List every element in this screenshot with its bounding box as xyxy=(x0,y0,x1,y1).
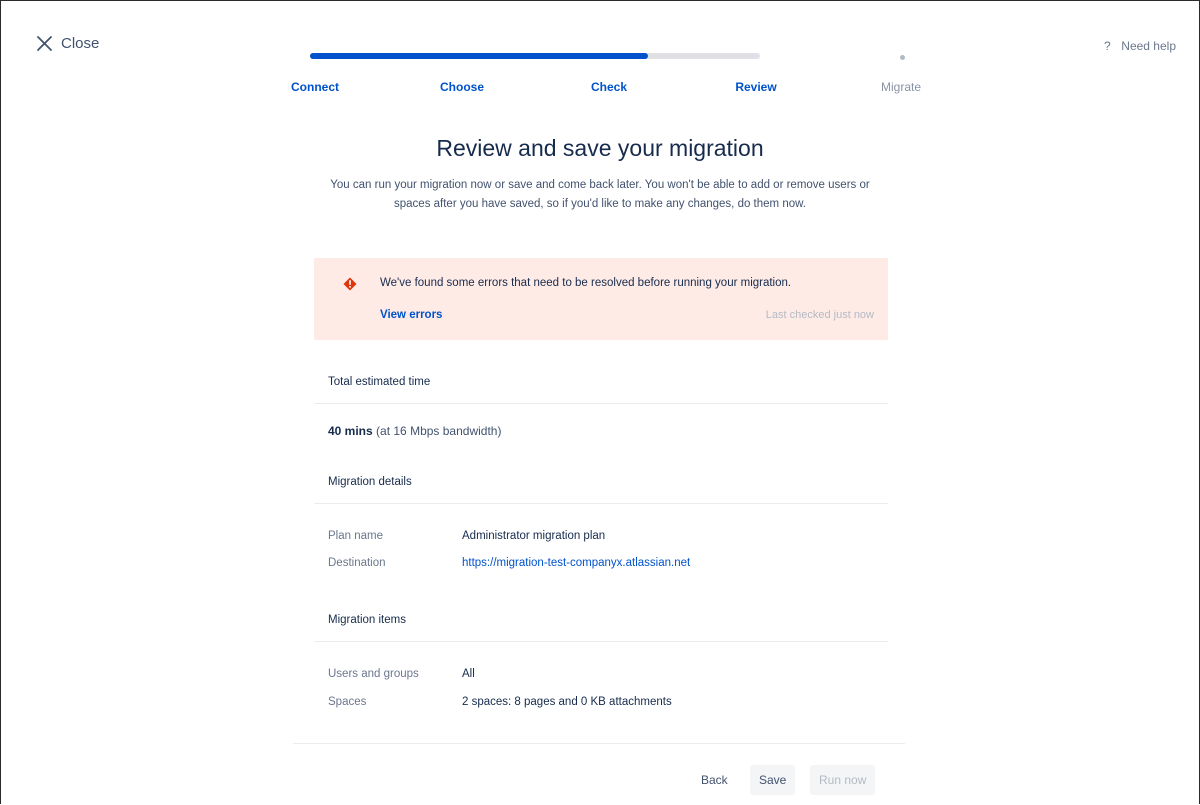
plan-name-label: Plan name xyxy=(328,530,383,542)
error-message: We've found some errors that need to be … xyxy=(380,277,792,289)
estimated-duration: 40 mins xyxy=(328,424,373,438)
step-choose[interactable]: Choose xyxy=(440,80,484,94)
progress-track xyxy=(310,53,760,59)
need-help-link[interactable]: ? Need help xyxy=(1101,39,1176,53)
bandwidth-note: (at 16 Mbps bandwidth) xyxy=(376,424,502,438)
close-label: Close xyxy=(61,35,100,52)
last-checked-text: Last checked just now xyxy=(765,309,874,321)
progress-end-dot xyxy=(900,55,905,60)
error-banner: We've found some errors that need to be … xyxy=(314,258,888,340)
back-button[interactable]: Back xyxy=(692,765,737,795)
window-frame xyxy=(0,0,1200,804)
close-icon xyxy=(37,36,52,51)
estimated-time-heading: Total estimated time xyxy=(328,376,431,388)
view-errors-link[interactable]: View errors xyxy=(380,309,442,321)
step-connect[interactable]: Connect xyxy=(291,80,339,94)
divider xyxy=(314,403,888,404)
destination-label: Destination xyxy=(328,557,386,569)
plan-name-value: Administrator migration plan xyxy=(462,530,606,542)
estimated-time-value: 40 mins (at 16 Mbps bandwidth) xyxy=(328,424,501,438)
destination-link[interactable]: https://migration-test-companyx.atlassia… xyxy=(462,557,690,569)
spaces-label: Spaces xyxy=(328,696,367,708)
question-mark-icon: ? xyxy=(1103,39,1111,53)
spaces-value: 2 spaces: 8 pages and 0 KB attachments xyxy=(462,696,672,708)
save-button[interactable]: Save xyxy=(750,765,796,795)
migration-details-heading: Migration details xyxy=(328,476,412,488)
error-icon xyxy=(343,277,357,291)
divider xyxy=(314,503,888,504)
step-review: Review xyxy=(735,80,777,94)
step-migrate: Migrate xyxy=(880,80,922,94)
users-groups-value: All xyxy=(462,668,475,680)
need-help-label: Need help xyxy=(1121,39,1176,53)
run-now-button[interactable]: Run now xyxy=(810,765,876,795)
users-groups-label: Users and groups xyxy=(328,668,419,680)
page-title: Review and save your migration xyxy=(436,135,764,161)
migration-items-heading: Migration items xyxy=(328,614,406,626)
progress-fill xyxy=(310,53,648,59)
page-subtitle: You can run your migration now or save a… xyxy=(330,179,870,210)
close-button[interactable]: Close xyxy=(36,35,99,52)
step-check[interactable]: Check xyxy=(591,80,627,94)
divider xyxy=(314,641,888,642)
progress-steps: Connect Choose Check Review Migrate xyxy=(0,80,1200,96)
footer-divider xyxy=(293,743,905,744)
